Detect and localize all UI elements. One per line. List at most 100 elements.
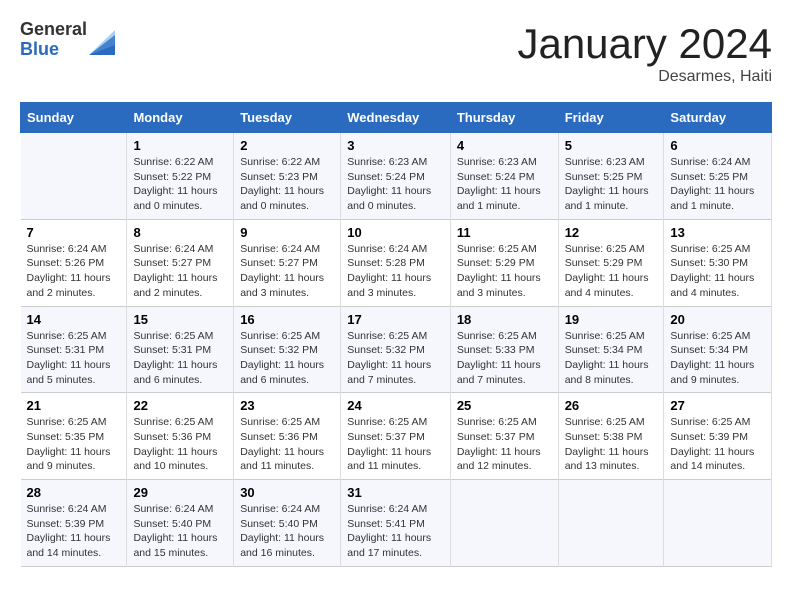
day-detail: Sunrise: 6:25 AMSunset: 5:38 PMDaylight:…: [565, 415, 658, 474]
calendar-cell: 3 Sunrise: 6:23 AMSunset: 5:24 PMDayligh…: [341, 133, 451, 220]
calendar-week-row: 28 Sunrise: 6:24 AMSunset: 5:39 PMDaylig…: [21, 480, 772, 567]
day-number: 28: [27, 485, 121, 500]
day-detail: Sunrise: 6:25 AMSunset: 5:36 PMDaylight:…: [240, 415, 334, 474]
calendar-cell: 12 Sunrise: 6:25 AMSunset: 5:29 PMDaylig…: [558, 219, 664, 306]
day-detail: Sunrise: 6:25 AMSunset: 5:32 PMDaylight:…: [347, 329, 444, 388]
logo: General Blue: [20, 20, 115, 60]
day-detail: Sunrise: 6:25 AMSunset: 5:31 PMDaylight:…: [133, 329, 227, 388]
day-number: 10: [347, 225, 444, 240]
day-number: 16: [240, 312, 334, 327]
day-detail: Sunrise: 6:25 AMSunset: 5:35 PMDaylight:…: [27, 415, 121, 474]
day-number: 14: [27, 312, 121, 327]
calendar-cell: 2 Sunrise: 6:22 AMSunset: 5:23 PMDayligh…: [234, 133, 341, 220]
calendar-cell: 23 Sunrise: 6:25 AMSunset: 5:36 PMDaylig…: [234, 393, 341, 480]
calendar-cell: 11 Sunrise: 6:25 AMSunset: 5:29 PMDaylig…: [450, 219, 558, 306]
day-number: 7: [27, 225, 121, 240]
calendar-cell: 26 Sunrise: 6:25 AMSunset: 5:38 PMDaylig…: [558, 393, 664, 480]
logo-blue: Blue: [20, 40, 87, 60]
day-detail: Sunrise: 6:25 AMSunset: 5:30 PMDaylight:…: [670, 242, 765, 301]
day-detail: Sunrise: 6:23 AMSunset: 5:25 PMDaylight:…: [565, 155, 658, 214]
day-number: 24: [347, 398, 444, 413]
day-detail: Sunrise: 6:22 AMSunset: 5:23 PMDaylight:…: [240, 155, 334, 214]
day-number: 13: [670, 225, 765, 240]
day-detail: Sunrise: 6:25 AMSunset: 5:34 PMDaylight:…: [565, 329, 658, 388]
weekday-header-row: SundayMondayTuesdayWednesdayThursdayFrid…: [21, 103, 772, 133]
calendar-cell: [21, 133, 127, 220]
calendar-cell: 6 Sunrise: 6:24 AMSunset: 5:25 PMDayligh…: [664, 133, 772, 220]
day-detail: Sunrise: 6:24 AMSunset: 5:27 PMDaylight:…: [240, 242, 334, 301]
page-header: General Blue January 2024 Desarmes, Hait…: [20, 20, 772, 86]
day-number: 2: [240, 138, 334, 153]
day-detail: Sunrise: 6:25 AMSunset: 5:29 PMDaylight:…: [457, 242, 552, 301]
day-detail: Sunrise: 6:24 AMSunset: 5:28 PMDaylight:…: [347, 242, 444, 301]
day-number: 29: [133, 485, 227, 500]
calendar-cell: 9 Sunrise: 6:24 AMSunset: 5:27 PMDayligh…: [234, 219, 341, 306]
calendar-cell: [558, 480, 664, 567]
day-detail: Sunrise: 6:22 AMSunset: 5:22 PMDaylight:…: [133, 155, 227, 214]
day-number: 22: [133, 398, 227, 413]
calendar-cell: 31 Sunrise: 6:24 AMSunset: 5:41 PMDaylig…: [341, 480, 451, 567]
calendar-cell: 25 Sunrise: 6:25 AMSunset: 5:37 PMDaylig…: [450, 393, 558, 480]
weekday-header: Tuesday: [234, 103, 341, 133]
calendar-cell: 27 Sunrise: 6:25 AMSunset: 5:39 PMDaylig…: [664, 393, 772, 480]
weekday-header: Monday: [127, 103, 234, 133]
day-number: 15: [133, 312, 227, 327]
day-detail: Sunrise: 6:25 AMSunset: 5:31 PMDaylight:…: [27, 329, 121, 388]
day-detail: Sunrise: 6:24 AMSunset: 5:26 PMDaylight:…: [27, 242, 121, 301]
day-detail: Sunrise: 6:24 AMSunset: 5:40 PMDaylight:…: [240, 502, 334, 561]
calendar-cell: 24 Sunrise: 6:25 AMSunset: 5:37 PMDaylig…: [341, 393, 451, 480]
calendar-week-row: 21 Sunrise: 6:25 AMSunset: 5:35 PMDaylig…: [21, 393, 772, 480]
day-number: 4: [457, 138, 552, 153]
day-number: 12: [565, 225, 658, 240]
day-number: 5: [565, 138, 658, 153]
calendar-cell: 28 Sunrise: 6:24 AMSunset: 5:39 PMDaylig…: [21, 480, 127, 567]
calendar-cell: 19 Sunrise: 6:25 AMSunset: 5:34 PMDaylig…: [558, 306, 664, 393]
calendar-cell: 22 Sunrise: 6:25 AMSunset: 5:36 PMDaylig…: [127, 393, 234, 480]
day-number: 19: [565, 312, 658, 327]
logo-text: General Blue: [20, 20, 87, 60]
day-number: 20: [670, 312, 765, 327]
logo-icon: [89, 25, 115, 55]
calendar-table: SundayMondayTuesdayWednesdayThursdayFrid…: [20, 102, 772, 567]
calendar-cell: 14 Sunrise: 6:25 AMSunset: 5:31 PMDaylig…: [21, 306, 127, 393]
day-detail: Sunrise: 6:24 AMSunset: 5:41 PMDaylight:…: [347, 502, 444, 561]
weekday-header: Thursday: [450, 103, 558, 133]
day-detail: Sunrise: 6:25 AMSunset: 5:37 PMDaylight:…: [347, 415, 444, 474]
calendar-cell: [664, 480, 772, 567]
calendar-cell: 10 Sunrise: 6:24 AMSunset: 5:28 PMDaylig…: [341, 219, 451, 306]
day-number: 17: [347, 312, 444, 327]
day-detail: Sunrise: 6:25 AMSunset: 5:33 PMDaylight:…: [457, 329, 552, 388]
day-number: 30: [240, 485, 334, 500]
calendar-week-row: 7 Sunrise: 6:24 AMSunset: 5:26 PMDayligh…: [21, 219, 772, 306]
day-detail: Sunrise: 6:23 AMSunset: 5:24 PMDaylight:…: [347, 155, 444, 214]
weekday-header: Saturday: [664, 103, 772, 133]
weekday-header: Friday: [558, 103, 664, 133]
day-detail: Sunrise: 6:24 AMSunset: 5:27 PMDaylight:…: [133, 242, 227, 301]
day-detail: Sunrise: 6:25 AMSunset: 5:39 PMDaylight:…: [670, 415, 765, 474]
day-detail: Sunrise: 6:25 AMSunset: 5:37 PMDaylight:…: [457, 415, 552, 474]
calendar-cell: 4 Sunrise: 6:23 AMSunset: 5:24 PMDayligh…: [450, 133, 558, 220]
calendar-cell: 29 Sunrise: 6:24 AMSunset: 5:40 PMDaylig…: [127, 480, 234, 567]
day-number: 31: [347, 485, 444, 500]
day-detail: Sunrise: 6:25 AMSunset: 5:32 PMDaylight:…: [240, 329, 334, 388]
day-detail: Sunrise: 6:24 AMSunset: 5:39 PMDaylight:…: [27, 502, 121, 561]
day-number: 3: [347, 138, 444, 153]
day-number: 11: [457, 225, 552, 240]
calendar-week-row: 14 Sunrise: 6:25 AMSunset: 5:31 PMDaylig…: [21, 306, 772, 393]
day-number: 23: [240, 398, 334, 413]
day-number: 18: [457, 312, 552, 327]
day-number: 8: [133, 225, 227, 240]
day-detail: Sunrise: 6:25 AMSunset: 5:29 PMDaylight:…: [565, 242, 658, 301]
title-block: January 2024 Desarmes, Haiti: [517, 20, 772, 86]
day-number: 1: [133, 138, 227, 153]
calendar-cell: 16 Sunrise: 6:25 AMSunset: 5:32 PMDaylig…: [234, 306, 341, 393]
day-number: 26: [565, 398, 658, 413]
calendar-cell: 17 Sunrise: 6:25 AMSunset: 5:32 PMDaylig…: [341, 306, 451, 393]
calendar-cell: 20 Sunrise: 6:25 AMSunset: 5:34 PMDaylig…: [664, 306, 772, 393]
weekday-header: Wednesday: [341, 103, 451, 133]
day-number: 27: [670, 398, 765, 413]
calendar-cell: 5 Sunrise: 6:23 AMSunset: 5:25 PMDayligh…: [558, 133, 664, 220]
calendar-cell: 7 Sunrise: 6:24 AMSunset: 5:26 PMDayligh…: [21, 219, 127, 306]
day-number: 6: [670, 138, 765, 153]
calendar-cell: 30 Sunrise: 6:24 AMSunset: 5:40 PMDaylig…: [234, 480, 341, 567]
